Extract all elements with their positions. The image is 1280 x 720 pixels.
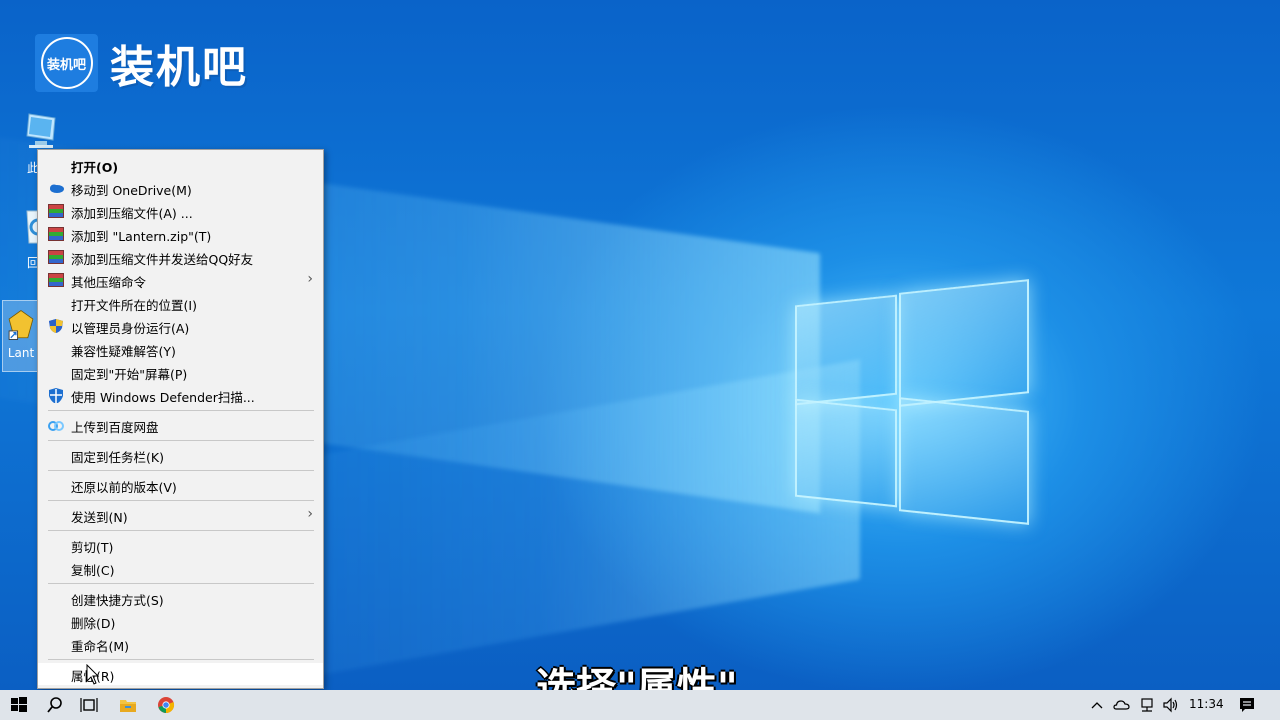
- onedrive-icon: [50, 184, 64, 193]
- winrar-icon: [48, 273, 64, 287]
- winrar-icon: [48, 250, 64, 264]
- brand-watermark: 装机吧 装机吧: [35, 31, 248, 95]
- chevron-right-icon: ›: [307, 271, 313, 287]
- menu-separator: [48, 530, 314, 531]
- lantern-shortcut-icon: [8, 310, 34, 340]
- windows-start-icon[interactable]: [10, 696, 28, 714]
- notification-icon[interactable]: [1238, 696, 1256, 714]
- windows-logo-wallpaper: [795, 279, 1030, 525]
- menu-item-pin-to-taskbar[interactable]: 固定到任务栏(K): [38, 444, 323, 466]
- menu-item-cut[interactable]: 剪切(T): [38, 534, 323, 556]
- menu-item-pin-to-start[interactable]: 固定到"开始"屏幕(P): [38, 361, 323, 383]
- clock[interactable]: 11:34: [1189, 697, 1224, 711]
- brand-logo-text: 装机吧: [40, 37, 93, 89]
- menu-item-compress-send-qq[interactable]: 添加到压缩文件并发送给QQ好友: [38, 246, 323, 268]
- menu-item-restore-previous-versions[interactable]: 还原以前的版本(V): [38, 474, 323, 496]
- search-icon[interactable]: [46, 696, 64, 714]
- taskbar: 11:34: [0, 690, 1280, 720]
- menu-separator: [48, 500, 314, 501]
- file-explorer-icon[interactable]: [119, 696, 137, 714]
- context-menu: 打开(O) 移动到 OneDrive(M) 添加到压缩文件(A) ... 添加到…: [37, 149, 324, 689]
- brand-logo: 装机吧: [35, 34, 98, 92]
- menu-item-open-file-location[interactable]: 打开文件所在的位置(I): [38, 292, 323, 314]
- menu-separator: [48, 440, 314, 441]
- defender-icon: [49, 388, 63, 403]
- uac-shield-icon: [49, 319, 63, 333]
- menu-item-copy[interactable]: 复制(C): [38, 557, 323, 579]
- menu-item-add-to-lantern-zip[interactable]: 添加到 "Lantern.zip"(T): [38, 223, 323, 245]
- menu-item-open[interactable]: 打开(O): [38, 154, 323, 176]
- menu-separator: [48, 470, 314, 471]
- menu-item-create-shortcut[interactable]: 创建快捷方式(S): [38, 587, 323, 609]
- menu-item-other-compress[interactable]: 其他压缩命令 ›: [38, 269, 323, 291]
- menu-separator: [48, 659, 314, 660]
- menu-item-defender-scan[interactable]: 使用 Windows Defender扫描...: [38, 384, 323, 406]
- network-icon[interactable]: [1138, 696, 1156, 714]
- menu-item-compatibility-troubleshoot[interactable]: 兼容性疑难解答(Y): [38, 338, 323, 360]
- menu-item-rename[interactable]: 重命名(M): [38, 633, 323, 655]
- onedrive-icon[interactable]: [1113, 696, 1131, 714]
- menu-item-add-to-archive[interactable]: 添加到压缩文件(A) ...: [38, 200, 323, 222]
- brand-title: 装机吧: [110, 42, 248, 93]
- menu-item-move-to-onedrive[interactable]: 移动到 OneDrive(M): [38, 177, 323, 199]
- winrar-icon: [48, 204, 64, 218]
- menu-item-send-to[interactable]: 发送到(N) ›: [38, 504, 323, 526]
- baidu-netdisk-icon: [48, 421, 64, 431]
- desktop-icon-label: Lant: [7, 346, 35, 360]
- mouse-cursor-icon: [86, 664, 100, 685]
- menu-item-run-as-admin[interactable]: 以管理员身份运行(A): [38, 315, 323, 337]
- chevron-right-icon: ›: [307, 506, 313, 522]
- menu-separator: [48, 583, 314, 584]
- menu-separator: [48, 410, 314, 411]
- chrome-icon[interactable]: [157, 696, 175, 714]
- winrar-icon: [48, 227, 64, 241]
- chevron-up-icon[interactable]: [1090, 696, 1104, 714]
- menu-item-delete[interactable]: 删除(D): [38, 610, 323, 632]
- volume-icon[interactable]: [1162, 696, 1180, 714]
- task-view-icon[interactable]: [80, 696, 98, 714]
- desktop-icon-lantern[interactable]: Lant: [2, 300, 40, 372]
- menu-item-upload-baidu[interactable]: 上传到百度网盘: [38, 414, 323, 436]
- menu-item-properties[interactable]: 属性(R): [38, 663, 323, 685]
- computer-icon: [26, 113, 56, 148]
